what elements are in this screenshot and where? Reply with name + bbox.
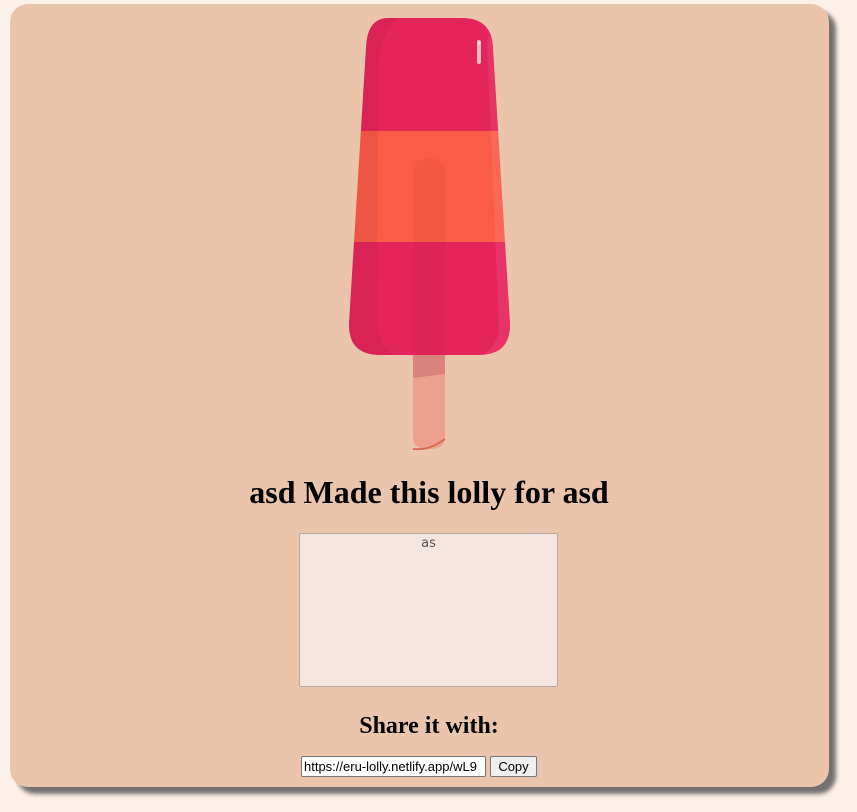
copy-button[interactable]: Copy	[490, 756, 537, 777]
lolly-title: asd Made this lolly for asd	[249, 474, 609, 510]
lolly-illustration	[347, 18, 512, 450]
share-heading: Share it with:	[359, 713, 499, 739]
lolly-svg	[348, 18, 511, 450]
share-link-input[interactable]	[301, 756, 486, 777]
lolly-card: asd Made this lolly for asd as Share it …	[10, 4, 829, 787]
lolly-message: as	[299, 533, 558, 687]
